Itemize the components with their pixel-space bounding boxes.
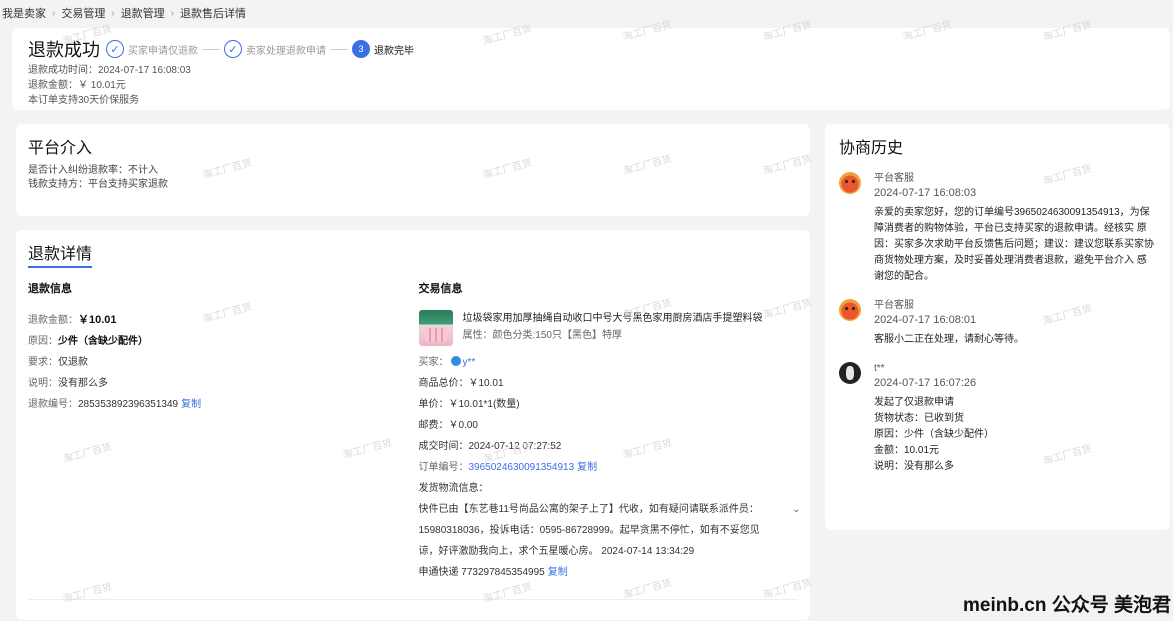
step-buyer-apply: ✓ 买家申请仅退款 xyxy=(106,40,224,58)
service-avatar-icon xyxy=(839,299,861,321)
buyer-avatar xyxy=(450,356,461,366)
history-time: 2024-07-17 16:08:03 xyxy=(874,187,977,199)
history-time: 2024-07-17 16:07:26 xyxy=(874,377,977,389)
history-author: t** xyxy=(874,363,885,374)
refund-request-row: 要求：仅退款 xyxy=(28,357,88,368)
history-line: 货物状态：已收到货 xyxy=(874,413,964,424)
refund-number-row: 退款编号：285353892396351349 复制 xyxy=(28,399,202,410)
trade-time: 成交时间：2024-07-12 07:27:52 xyxy=(418,441,562,452)
step-connector xyxy=(202,48,220,50)
tracking-row: 申通快递 773297845354995 复制 xyxy=(419,562,799,583)
history-item: t** 2024-07-17 16:07:26 发起了仅退款申请 货物状态：已收… xyxy=(839,362,1156,475)
history-content: 客服小二正在处理，请耐心等待。 xyxy=(874,334,1024,345)
step-seller-process: ✓ 卖家处理退款申请 xyxy=(224,40,352,58)
chevron-right-icon: › xyxy=(170,7,175,19)
refund-info-section: 退款信息 退款金额：￥10.01 原因：少件（含缺少配件） 要求：仅退款 说明：… xyxy=(28,280,419,583)
copy-refund-number-button[interactable]: 复制 xyxy=(181,399,201,410)
step-number-icon: 3 xyxy=(352,40,370,58)
breadcrumb-item-refund[interactable]: 退款管理 xyxy=(121,5,165,21)
dispute-rate: 是否计入纠纷退款率：不计入 xyxy=(28,165,158,176)
refund-status-card: 退款成功 ✓ 买家申请仅退款 ✓ 卖家处理退款申请 3 退款完毕 退款成功时间：… xyxy=(12,28,1170,110)
platform-title: 平台介入 xyxy=(28,140,93,157)
tracking-number: 申通快递 773297845354995 xyxy=(418,567,545,578)
refund-amount-value: ￥10.01 xyxy=(78,314,117,326)
product-item[interactable]: 垃圾袋家用加厚抽绳自动收口中号大号黑色家用厨房酒店手提塑料袋 属性：颜色分类:1… xyxy=(418,310,799,346)
negotiation-history-card: 协商历史 平台客服 2024-07-17 16:08:03 亲爱的卖家您好，您的… xyxy=(825,124,1170,530)
footer-watermark: meinb.cn 公众号 美泡君 xyxy=(963,595,1171,616)
history-item: 平台客服 2024-07-17 16:08:01 客服小二正在处理，请耐心等待。 xyxy=(839,299,1156,348)
user-avatar xyxy=(839,362,861,384)
trade-info-section: 交易信息 垃圾袋家用加厚抽绳自动收口中号大号黑色家用厨房酒店手提塑料袋 属性：颜… xyxy=(418,280,801,583)
history-line: 发起了仅退款申请 xyxy=(874,397,954,408)
copy-order-number-button[interactable]: 复制 xyxy=(577,462,597,473)
order-number-link[interactable]: 3965024630091354913 xyxy=(469,462,575,473)
history-line: 金额：10.01元 xyxy=(874,445,940,456)
status-title: 退款成功 xyxy=(28,40,100,60)
chevron-down-icon[interactable]: ⌄ xyxy=(792,499,800,520)
breadcrumb-item-seller[interactable]: 我是卖家 xyxy=(2,5,46,21)
platform-intervention-card: 平台介入 是否计入纠纷退款率：不计入 钱款支持方：平台支持买家退款 xyxy=(16,124,810,216)
refund-detail-title: 退款详情 xyxy=(28,240,93,268)
history-line: 原因：少件（含缺少配件） xyxy=(874,429,994,440)
product-name[interactable]: 垃圾袋家用加厚抽绳自动收口中号大号黑色家用厨房酒店手提塑料袋 xyxy=(463,310,763,327)
divider xyxy=(28,599,798,600)
refund-detail-card: 退款详情 退款信息 退款金额：￥10.01 原因：少件（含缺少配件） 要求：仅退… xyxy=(16,230,810,620)
chevron-right-icon: › xyxy=(52,7,56,19)
check-icon: ✓ xyxy=(106,40,124,58)
step-label: 卖家处理退款申请 xyxy=(246,45,326,57)
breadcrumb-item-trade[interactable]: 交易管理 xyxy=(61,5,105,21)
buyer-row: 买家： y** xyxy=(418,356,476,368)
step-label: 退款完毕 xyxy=(374,45,414,57)
history-author: 平台客服 xyxy=(874,173,914,184)
service-avatar-icon xyxy=(839,172,861,194)
history-title: 协商历史 xyxy=(839,140,904,157)
history-content: 亲爱的卖家您好，您的订单编号3965024630091354913，为保障消费者… xyxy=(874,207,1154,282)
refund-request-value: 仅退款 xyxy=(58,357,88,368)
step-label: 买家申请仅退款 xyxy=(128,45,198,57)
logistics-text: 快件已由【东艺巷11号尚品公寓的架子上了】代收，如有疑问请联系派件员：15980… xyxy=(418,504,760,557)
unit-price: 单价：￥10.01*1(数量) xyxy=(418,399,520,410)
refund-note-row: 说明：没有那么多 xyxy=(28,378,108,389)
refund-reason-value: 少件（含缺少配件） xyxy=(58,336,148,347)
product-image[interactable] xyxy=(418,310,453,346)
trade-info-title: 交易信息 xyxy=(418,283,463,295)
check-icon: ✓ xyxy=(224,40,242,58)
refund-info-title: 退款信息 xyxy=(28,283,72,295)
refund-success-time: 退款成功时间：2024-07-17 16:08:03 xyxy=(28,65,191,76)
refund-reason-row: 原因：少件（含缺少配件） xyxy=(28,336,148,347)
refund-note-value: 没有那么多 xyxy=(58,378,108,389)
history-item: 平台客服 2024-07-17 16:08:03 亲爱的卖家您好，您的订单编号3… xyxy=(839,172,1156,285)
refund-amount: 退款金额：￥ 10.01元 xyxy=(28,80,126,91)
breadcrumb: 我是卖家 › 交易管理 › 退款管理 › 退款售后详情 xyxy=(0,0,1173,26)
chevron-right-icon: › xyxy=(111,7,115,19)
step-connector xyxy=(330,48,348,50)
refund-number-value: 285353892396351349 xyxy=(78,399,179,410)
payment-support: 钱款支持方：平台支持买家退款 xyxy=(28,179,168,190)
logistics-label: 发货物流信息： xyxy=(418,483,489,494)
postage: 邮费：￥0.00 xyxy=(418,420,478,431)
history-time: 2024-07-17 16:08:01 xyxy=(874,314,977,326)
refund-amount-row: 退款金额：￥10.01 xyxy=(28,314,117,326)
price-guarantee: 本订单支持30天价保服务 xyxy=(28,95,140,106)
history-author: 平台客服 xyxy=(874,300,914,311)
logistics-info: 快件已由【东艺巷11号尚品公寓的架子上了】代收，如有疑问请联系派件员：15980… xyxy=(418,499,801,562)
history-line: 说明：没有那么多 xyxy=(874,461,954,472)
order-number-row: 订单编号：3965024630091354913 复制 xyxy=(418,462,598,473)
status-row: 退款成功 ✓ 买家申请仅退款 ✓ 卖家处理退款申请 3 退款完毕 xyxy=(28,36,1154,62)
product-attr: 属性：颜色分类:150只【黑色】特厚 xyxy=(462,330,622,341)
copy-tracking-button[interactable]: 复制 xyxy=(548,567,568,578)
step-refund-complete: 3 退款完毕 xyxy=(352,40,414,58)
buyer-name[interactable]: y** xyxy=(463,357,476,368)
breadcrumb-item-detail: 退款售后详情 xyxy=(180,8,247,20)
total-price: 商品总价：￥10.01 xyxy=(418,378,504,389)
